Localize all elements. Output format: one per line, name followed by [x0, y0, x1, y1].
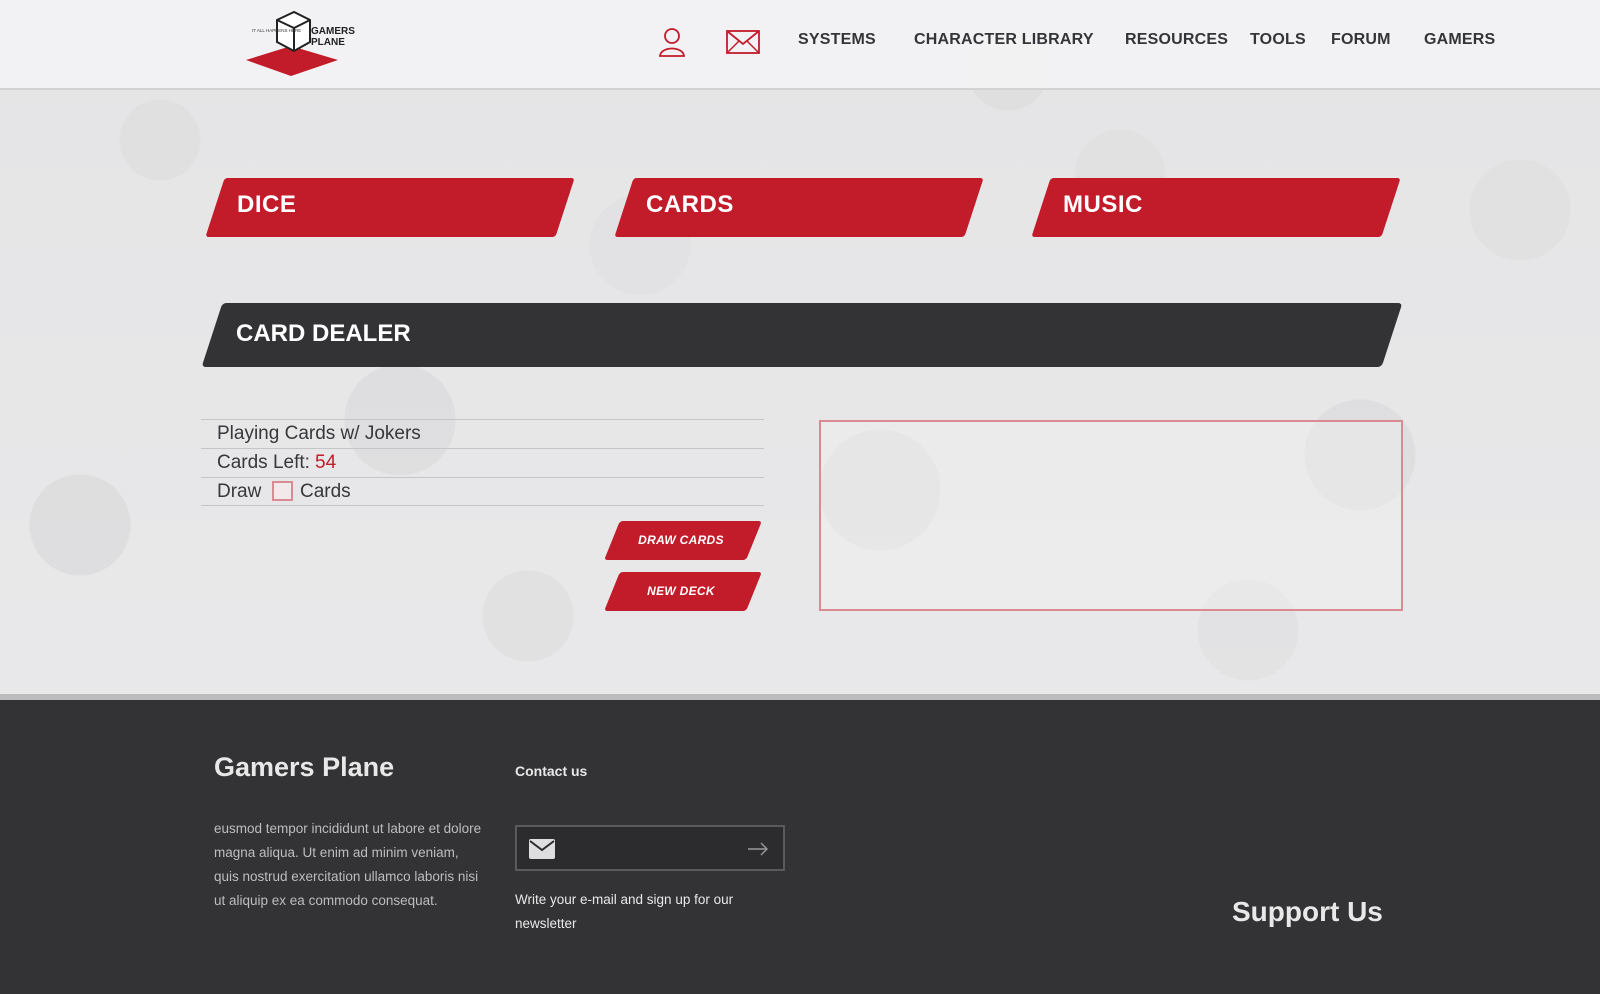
dealt-cards-area — [819, 420, 1403, 611]
nav-forum[interactable]: FORUM — [1331, 31, 1391, 49]
user-icon[interactable] — [659, 27, 685, 61]
cards-left-label: Cards Left: — [217, 452, 310, 473]
tab-cards-label: CARDS — [646, 191, 734, 218]
draw-label: Draw — [217, 481, 262, 502]
deck-name-row: Playing Cards w/ Jokers — [201, 419, 764, 448]
support-us-heading[interactable]: Support Us — [1232, 896, 1383, 928]
newsletter-text: Write your e-mail and sign up for our ne… — [515, 892, 734, 931]
draw-cards-label: DRAW CARDS — [638, 533, 724, 547]
logo-tagline: IT ALL HAPPENS HERE — [252, 28, 301, 33]
card-dealer-title: CARD DEALER — [236, 320, 411, 347]
nav-gamers[interactable]: GAMERS — [1424, 31, 1495, 49]
nav-tools[interactable]: TOOLS — [1250, 31, 1306, 49]
mail-icon[interactable] — [726, 30, 760, 58]
nav-resources[interactable]: RESOURCES — [1125, 31, 1228, 49]
new-deck-label: NEW DECK — [647, 584, 715, 598]
contact-title: Contact us — [515, 763, 588, 779]
logo-graphic: IT ALL HAPPENS HERE GAMERS PLANE — [246, 10, 355, 76]
deck-name: Playing Cards w/ Jokers — [217, 423, 421, 444]
footer-title: Gamers Plane — [214, 752, 395, 782]
tab-music-label: MUSIC — [1063, 191, 1143, 218]
logo-name-line2: PLANE — [311, 37, 345, 48]
logo-name-line1: GAMERS — [311, 26, 355, 37]
nav-systems[interactable]: SYSTEMS — [798, 31, 876, 49]
gamers-plane-logo[interactable]: IT ALL HAPPENS HERE GAMERS PLANE — [246, 10, 356, 78]
cards-left-count: 54 — [315, 452, 337, 473]
tab-dice-label: DICE — [237, 191, 297, 218]
draw-count-input[interactable] — [272, 481, 293, 501]
site-header: IT ALL HAPPENS HERE GAMERS PLANE SYSTEMS… — [0, 0, 1600, 90]
newsletter-form — [515, 825, 785, 871]
arrow-right-icon[interactable] — [747, 841, 769, 860]
cards-label: Cards — [300, 481, 351, 502]
cards-left-row: Cards Left: 54 — [201, 448, 764, 477]
newsletter-email-input[interactable] — [567, 835, 737, 861]
envelope-icon — [529, 839, 555, 863]
nav-character-library[interactable]: CHARACTER LIBRARY — [914, 31, 1094, 49]
footer-description: eusmod tempor incididunt ut labore et do… — [214, 821, 482, 908]
